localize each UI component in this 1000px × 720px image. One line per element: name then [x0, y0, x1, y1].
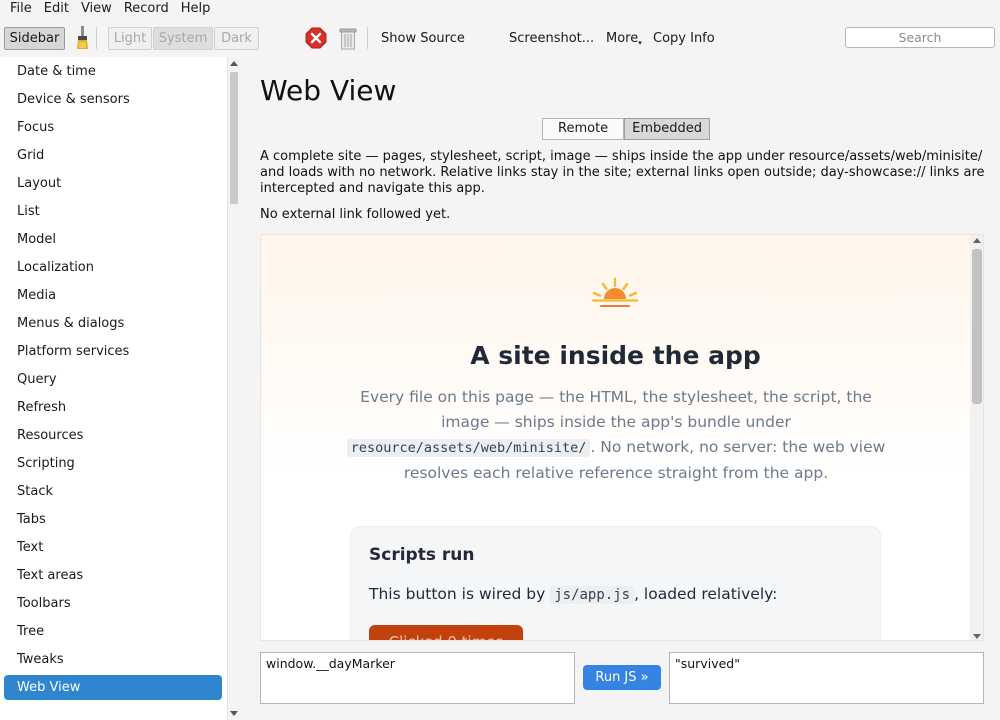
- run-js-button[interactable]: Run JS »: [583, 665, 661, 690]
- page-title: Web View: [260, 74, 397, 107]
- web-view-scrollbar[interactable]: [970, 235, 983, 640]
- sidebar: Date & time Device & sensors Focus Grid …: [0, 57, 240, 720]
- more-label: More: [606, 31, 639, 46]
- menubar: File Edit View Record Help: [0, 0, 1000, 18]
- sidebar-item-layout[interactable]: Layout: [4, 171, 222, 196]
- menu-view[interactable]: View: [75, 1, 118, 17]
- theme-dark-button[interactable]: Dark: [214, 27, 259, 50]
- sunrise-icon: [591, 277, 639, 313]
- toolbar: Sidebar Light System Dark Show Source Sc…: [0, 22, 1000, 56]
- sidebar-item-query[interactable]: Query: [4, 367, 222, 392]
- card-text-start: This button is wired by: [369, 585, 551, 603]
- sidebar-item-media[interactable]: Media: [4, 283, 222, 308]
- menu-help[interactable]: Help: [175, 1, 217, 17]
- sidebar-item-device-sensors[interactable]: Device & sensors: [4, 87, 222, 112]
- sidebar-item-stack[interactable]: Stack: [4, 479, 222, 504]
- more-button[interactable]: More▾: [606, 31, 642, 51]
- menu-record[interactable]: Record: [118, 1, 175, 17]
- sidebar-item-refresh[interactable]: Refresh: [4, 395, 222, 420]
- site-lede-code: resource/assets/web/minisite/: [346, 439, 591, 457]
- card-code: js/app.js: [550, 586, 635, 604]
- web-view-scroll-thumb[interactable]: [972, 249, 982, 404]
- site-heading: A site inside the app: [470, 341, 761, 370]
- site-lede-text: Every file on this page — the HTML, the …: [360, 388, 872, 431]
- source-segmented-control: Remote Embedded: [542, 118, 711, 140]
- page-description: A complete site — pages, stylesheet, scr…: [260, 149, 985, 196]
- segment-embedded[interactable]: Embedded: [624, 118, 711, 140]
- sidebar-scrollbar[interactable]: [227, 57, 240, 720]
- menu-file[interactable]: File: [4, 1, 38, 17]
- site-lede: Every file on this page — the HTML, the …: [346, 385, 886, 486]
- scripts-card: Scripts run This button is wired by js/a…: [350, 526, 881, 640]
- trash-icon[interactable]: [338, 26, 358, 54]
- sidebar-item-text[interactable]: Text: [4, 535, 222, 560]
- link-status-text: No external link followed yet.: [260, 207, 451, 222]
- sidebar-item-model[interactable]: Model: [4, 227, 222, 252]
- scroll-up-icon[interactable]: [230, 61, 238, 66]
- js-input-field[interactable]: window.__dayMarker: [260, 652, 575, 704]
- card-text: This button is wired by js/app.js, loade…: [369, 585, 778, 604]
- click-counter-button[interactable]: Clicked 0 times: [369, 625, 523, 640]
- search-input[interactable]: Search: [845, 27, 995, 48]
- sidebar-item-grid[interactable]: Grid: [4, 143, 222, 168]
- paintbrush-icon[interactable]: [75, 25, 91, 55]
- sidebar-item-tree[interactable]: Tree: [4, 619, 222, 644]
- sidebar-toggle-button[interactable]: Sidebar: [4, 27, 65, 50]
- sidebar-item-tweaks[interactable]: Tweaks: [4, 647, 222, 672]
- stop-icon[interactable]: [305, 27, 327, 53]
- chevron-down-icon: ▾: [638, 39, 642, 47]
- sidebar-item-date-time[interactable]: Date & time: [4, 59, 222, 84]
- sidebar-item-resources[interactable]: Resources: [4, 423, 222, 448]
- card-title: Scripts run: [369, 545, 475, 565]
- sidebar-item-scripting[interactable]: Scripting: [4, 451, 222, 476]
- copy-info-button[interactable]: Copy Info: [653, 31, 715, 47]
- segment-remote[interactable]: Remote: [542, 118, 625, 140]
- sidebar-item-menus-dialogs[interactable]: Menus & dialogs: [4, 311, 222, 336]
- sidebar-item-tabs[interactable]: Tabs: [4, 507, 222, 532]
- sidebar-item-web-view[interactable]: Web View: [4, 675, 222, 700]
- card-text-end: , loaded relatively:: [634, 585, 778, 603]
- scroll-down-icon[interactable]: [973, 634, 981, 639]
- toolbar-separator: [367, 27, 368, 49]
- toolbar-separator: [96, 27, 97, 49]
- sidebar-scroll-thumb[interactable]: [230, 72, 238, 204]
- scroll-up-icon[interactable]: [973, 238, 981, 243]
- sidebar-item-text-areas[interactable]: Text areas: [4, 563, 222, 588]
- web-view[interactable]: A site inside the app Every file on this…: [260, 234, 984, 641]
- screenshot-button[interactable]: Screenshot...: [509, 31, 594, 47]
- theme-system-button[interactable]: System: [153, 27, 213, 50]
- scroll-down-icon[interactable]: [230, 711, 238, 716]
- show-source-button[interactable]: Show Source: [381, 31, 465, 47]
- sidebar-item-platform-services[interactable]: Platform services: [4, 339, 222, 364]
- sidebar-item-localization[interactable]: Localization: [4, 255, 222, 280]
- menu-edit[interactable]: Edit: [38, 1, 75, 17]
- sidebar-item-list[interactable]: List: [4, 199, 222, 224]
- sidebar-item-toolbars[interactable]: Toolbars: [4, 591, 222, 616]
- js-output-field[interactable]: "survived": [669, 652, 984, 704]
- theme-light-button[interactable]: Light: [108, 27, 152, 50]
- main-pane: Web View Remote Embedded A complete site…: [241, 57, 1000, 720]
- sidebar-item-focus[interactable]: Focus: [4, 115, 222, 140]
